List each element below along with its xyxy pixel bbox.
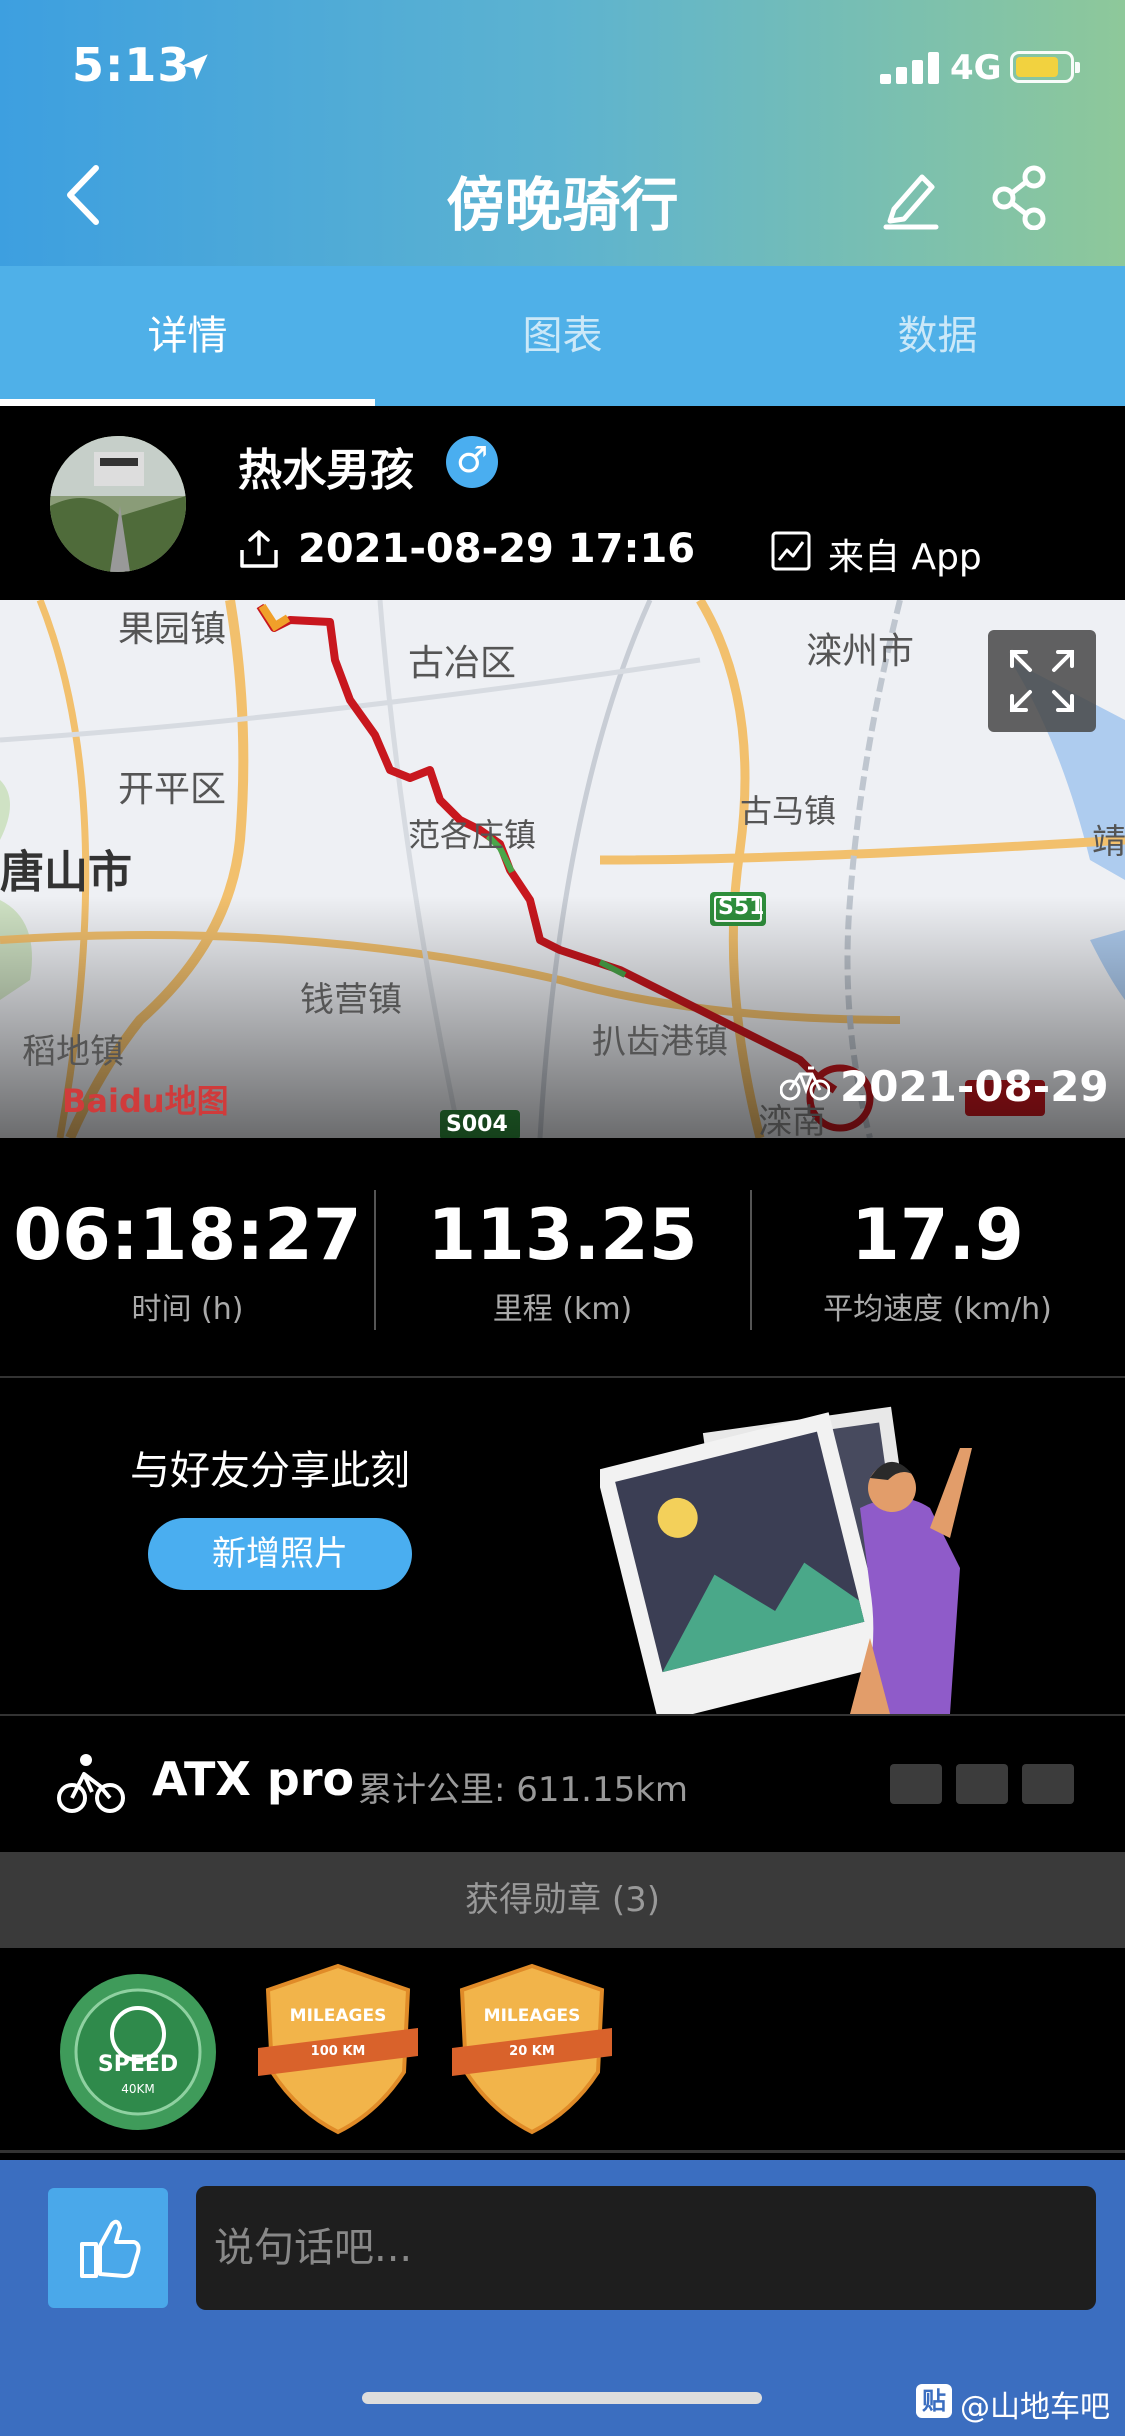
- stats-panel: 06:18:27 时间 (h) 113.25 里程 (km) 17.9 平均速度…: [0, 1140, 1125, 1378]
- map-label: 滦州市: [806, 631, 915, 672]
- map-label: 钱营镇: [300, 980, 402, 1020]
- share-section: 与好友分享此刻 新增照片: [0, 1378, 1125, 1716]
- power-icon: [1022, 1764, 1074, 1804]
- stat-label: 里程 (km): [492, 1292, 633, 1327]
- upload-icon: [240, 530, 278, 568]
- stat-value: 17.9: [851, 1194, 1024, 1276]
- user-info: 热水男孩 ♂ 2021-08-29 17:16 来自 App: [0, 406, 1125, 600]
- heart-rate-icon: [890, 1764, 942, 1804]
- header: 5:13 4G 傍晚骑行: [0, 0, 1125, 266]
- stat-label: 平均速度 (km/h): [823, 1292, 1052, 1327]
- share-icon[interactable]: [990, 165, 1050, 230]
- map-label: 唐山市: [0, 847, 132, 898]
- chart-line-icon: [771, 531, 811, 571]
- map-label: 果园镇: [118, 609, 227, 650]
- tab-charts[interactable]: 图表: [375, 266, 750, 406]
- bike-row[interactable]: ATX pro 累计公里: 611.15km: [0, 1716, 1125, 1850]
- medals-list: SPEED 40KM MILEAGES 100 KM MILEAGES 20 K…: [0, 1950, 1125, 2153]
- network-type: 4G: [950, 48, 1002, 88]
- map-date-label: 2021-08-29: [840, 1062, 1109, 1111]
- ride-datetime: 2021-08-29 17:16: [298, 526, 696, 572]
- add-photo-button[interactable]: 新增照片: [148, 1518, 412, 1590]
- baidu-map-logo: Baidu地图: [62, 1082, 229, 1120]
- thumbs-up-icon: [80, 2219, 141, 2278]
- tieba-logo: 贴: [916, 2384, 952, 2418]
- like-button[interactable]: [48, 2188, 168, 2308]
- tab-data[interactable]: 数据: [750, 266, 1125, 406]
- avatar[interactable]: [50, 436, 186, 572]
- route-map[interactable]: 果园镇 古冶区 滦州市 开平区 唐山市 范各庄镇 古马镇 S51 钱营镇 稻地镇…: [0, 600, 1125, 1138]
- map-label: 靖: [1092, 822, 1125, 862]
- page-title: 傍晚骑行: [446, 171, 679, 239]
- highway-shield: S51: [718, 895, 765, 920]
- home-indicator[interactable]: [362, 2392, 762, 2404]
- bike-mileage: 累计公里: 611.15km: [358, 1770, 689, 1810]
- medal-title: MILEAGES: [289, 2006, 387, 2026]
- cyclist-icon: [57, 1754, 125, 1813]
- edit-icon[interactable]: [880, 165, 940, 230]
- highway-shield: S004: [446, 1112, 508, 1137]
- cadence-icon: [956, 1764, 1008, 1804]
- map-label: 范各庄镇: [408, 816, 537, 854]
- bike-name: ATX pro: [152, 1752, 355, 1806]
- stat-value: 06:18:27: [13, 1194, 362, 1276]
- bicycle-icon: [780, 1066, 830, 1101]
- location-arrow-icon: [182, 54, 208, 80]
- map-label: 扒齿港镇: [592, 1022, 728, 1062]
- stat-avg-speed: 17.9 平均速度 (km/h): [750, 1200, 1125, 1328]
- medal-mileage-20[interactable]: MILEAGES 20 KM: [452, 1962, 612, 2138]
- expand-icon: [1010, 650, 1074, 712]
- medal-mileage-100[interactable]: MILEAGES 100 KM: [258, 1962, 418, 2138]
- stat-label: 时间 (h): [131, 1292, 244, 1327]
- map-label: 古冶区: [408, 643, 517, 684]
- comment-input[interactable]: 说句话吧...: [196, 2186, 1096, 2310]
- map-label: 古马镇: [740, 792, 837, 830]
- medal-title: MILEAGES: [483, 2006, 581, 2026]
- map-label: 开平区: [118, 769, 227, 810]
- medal-sub: 20 KM: [509, 2044, 555, 2059]
- medals-header: 获得勋章 (3): [0, 1852, 1125, 1948]
- stat-duration: 06:18:27 时间 (h): [0, 1200, 375, 1328]
- medal-title: SPEED: [97, 2052, 179, 2077]
- source-label: 来自 App: [828, 537, 982, 578]
- map-label: 稻地镇: [22, 1032, 124, 1072]
- male-icon: ♂: [446, 436, 498, 488]
- medal-sub: 100 KM: [310, 2044, 366, 2059]
- signal-icon: [880, 52, 940, 84]
- share-prompt: 与好友分享此刻: [130, 1448, 410, 1494]
- map-background: [0, 600, 1125, 1138]
- photo-illustration: [600, 1406, 972, 1714]
- battery-icon: [1010, 51, 1080, 83]
- username: 热水男孩: [238, 445, 414, 496]
- stat-value: 113.25: [427, 1194, 698, 1276]
- tab-bar: 详情 图表 数据: [0, 266, 1125, 406]
- fullscreen-button[interactable]: [988, 630, 1096, 732]
- watermark: @山地车吧: [960, 2390, 1110, 2425]
- status-time: 5:13: [72, 38, 191, 92]
- tab-details[interactable]: 详情: [0, 266, 375, 406]
- medal-sub: 40KM: [121, 2082, 155, 2096]
- stat-distance: 113.25 里程 (km): [375, 1200, 750, 1328]
- medal-speed[interactable]: SPEED 40KM: [58, 1972, 218, 2132]
